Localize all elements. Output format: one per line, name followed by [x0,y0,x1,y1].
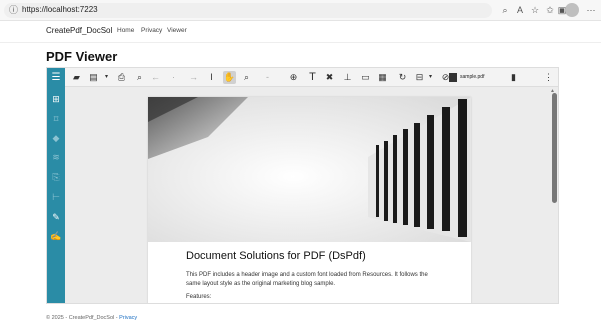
footer: © 2025 - CreatePdf_DocSol - Privacy [46,315,137,321]
structure-icon[interactable]: ⊢ [50,191,62,203]
scrollbar-thumb[interactable] [552,93,557,203]
footer-privacy-link[interactable]: Privacy [119,315,137,321]
image-icon[interactable]: ▦ [376,71,389,84]
favorite-icon[interactable]: ☆ [529,4,541,16]
footer-text: © 2025 - CreatePdf_DocSol - [46,315,118,321]
page-layout-dropdown-icon[interactable]: ▾ [424,71,437,84]
form-field-icon[interactable]: ▭ [359,71,372,84]
previous-page-icon[interactable]: ← [149,71,162,84]
document-title: Document Solutions for PDF (DsPdf) [186,250,366,262]
favorites-bar-icon[interactable]: ✩ [544,4,556,16]
page-title: PDF Viewer [46,49,118,64]
site-navbar: CreatePdf_DocSol Home Privacy Viewer [0,21,601,43]
zoom-in-icon[interactable]: ⊕ [287,71,300,84]
pdf-viewer: ☰ ▰ ▤ ▾ ⎙ ⌕ ← · → I ✋ ⌕ - ⊕ T ✖ ⊥ ▭ ▦ ↻ … [46,67,559,304]
viewer-sidebar: ⊞ ⌑ ◆ ≋ ⎘ ⊢ ✎ ✍ [47,87,65,303]
print-icon[interactable]: ⎙ [115,71,128,84]
pdf-page: Document Solutions for PDF (DsPdf) This … [148,97,471,303]
pdf-file-icon [449,73,457,82]
viewer-toolbar: ☰ ▰ ▤ ▾ ⎙ ⌕ ← · → I ✋ ⌕ - ⊕ T ✖ ⊥ ▭ ▦ ↻ … [47,68,558,87]
document-properties-icon[interactable]: ▮ [507,71,520,84]
next-page-icon[interactable]: → [187,71,200,84]
more-icon[interactable]: ⋯ [585,4,597,16]
edit-icon[interactable]: ✎ [50,211,62,223]
zoom-level-icon[interactable]: - [261,71,274,84]
text-selection-icon[interactable]: I [205,71,218,84]
stamp-icon[interactable]: ⊥ [341,71,354,84]
nav-link-viewer[interactable]: Viewer [167,27,187,34]
save-icon[interactable]: ▤ [87,71,100,84]
info-icon[interactable]: ⓘ [9,5,19,15]
search-icon[interactable]: ⌕ [133,71,146,84]
search-icon[interactable]: ⌕ [499,4,511,16]
zoom-icon[interactable]: ⌕ [240,71,253,84]
layers-icon[interactable]: ≋ [50,151,62,163]
open-icon[interactable]: ▰ [70,71,83,84]
text-tool-icon[interactable]: T [306,71,319,84]
attachments-icon[interactable]: ⎘ [50,171,62,183]
features-heading: Features: [186,294,212,300]
nav-link-home[interactable]: Home [117,27,134,34]
nav-link-privacy[interactable]: Privacy [141,27,162,34]
document-paragraph: This PDF includes a header image and a c… [186,272,428,287]
hand-tool-icon[interactable]: ✋ [223,71,236,84]
header-image [148,97,471,242]
form-editor-icon[interactable]: ✍ [50,230,62,242]
thumbnails-icon[interactable]: ⊞ [50,93,62,105]
bookmarks-icon[interactable]: ⌑ [50,113,62,125]
sidebar-toggle-icon[interactable]: ☰ [47,68,65,87]
redact-icon[interactable]: ✖ [323,71,336,84]
annotations-icon[interactable]: ◆ [50,132,62,144]
save-dropdown-icon[interactable]: ▾ [100,71,113,84]
profile-avatar[interactable] [565,3,579,17]
rotate-icon[interactable]: ↻ [396,71,409,84]
page-number-icon[interactable]: · [167,71,180,84]
brand-link[interactable]: CreatePdf_DocSol [46,26,112,35]
read-aloud-icon[interactable]: A [514,4,526,16]
address-bar-url[interactable]: https://localhost:7223 [22,4,98,16]
browser-toolbar: ⓘ https://localhost:7223 ⌕ A ☆ ✩ ▣ ⋯ [0,0,601,21]
more-options-icon[interactable]: ⋮ [542,71,555,84]
document-name[interactable]: sample.pdf [460,72,484,83]
